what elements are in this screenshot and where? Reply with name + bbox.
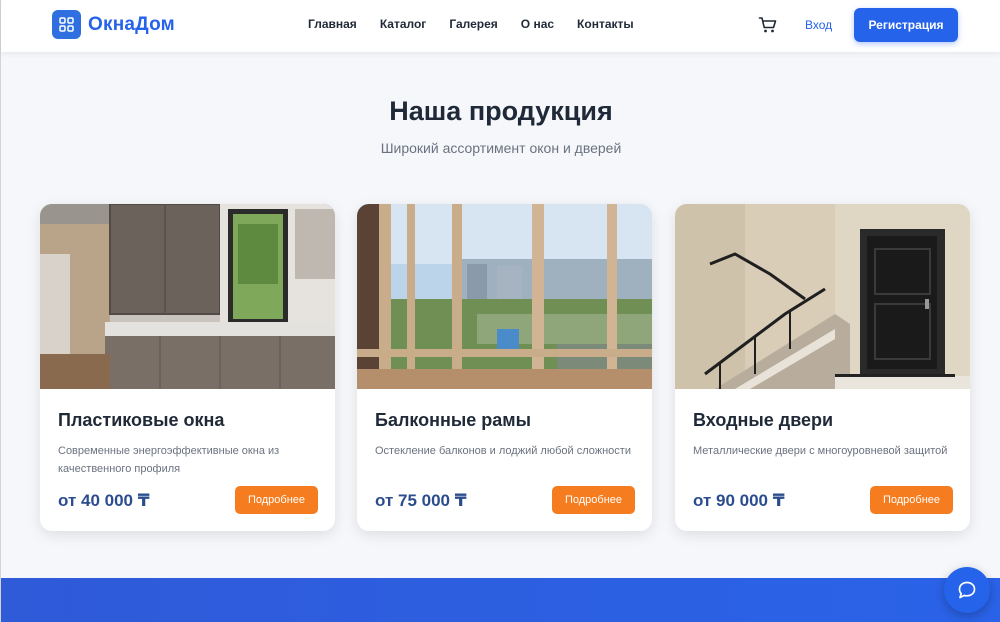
nav-catalog[interactable]: Каталог [380,17,427,31]
login-link[interactable]: Вход [805,18,832,32]
product-description: Остекление балконов и лоджий любой сложн… [375,445,631,457]
nav-gallery[interactable]: Галерея [449,17,497,31]
section-subtitle: Широкий ассортимент окон и дверей [380,140,622,156]
product-card-balcony-frames: Балконные рамы Остекление балконов и лод… [357,204,652,531]
kitchen-window-photo [40,204,335,389]
details-button[interactable]: Подробнее [870,486,953,514]
product-price: от 75 000 ₸ [375,491,467,510]
product-card-plastic-windows: Пластиковые окна Современные энергоэффек… [40,204,335,531]
main-nav: Главная Каталог Галерея О нас Контакты [308,17,657,31]
grid-icon [52,10,81,39]
details-button[interactable]: Подробнее [235,486,318,514]
section-title: Наша продукция [389,96,613,126]
product-title: Входные двери [693,410,834,430]
product-description: Металлические двери с многоуровневой защ… [693,445,948,457]
nav-contacts[interactable]: Контакты [577,17,634,31]
product-title: Пластиковые окна [58,410,225,430]
product-description: Современные энергоэффективные окна из ка… [58,445,280,475]
brand-name: ОкнаДом [88,13,175,35]
product-price: от 40 000 ₸ [58,491,150,510]
product-title: Балконные рамы [375,410,531,430]
chat-bubble-icon [958,581,976,599]
chat-button[interactable] [944,567,990,613]
register-button[interactable]: Регистрация [854,8,958,42]
site-header: ОкнаДом Главная Каталог Галерея О нас Ко… [1,0,1000,52]
details-button[interactable]: Подробнее [552,486,635,514]
nav-home[interactable]: Главная [308,17,357,31]
brand-logo[interactable]: ОкнаДом [52,10,175,39]
footer-band [1,578,1000,622]
product-card-entrance-doors: Входные двери Металлические двери с мног… [675,204,970,531]
entrance-door-photo [675,204,970,389]
product-price: от 90 000 ₸ [693,491,785,510]
balcony-glazing-photo [357,204,652,389]
nav-about[interactable]: О нас [521,17,554,31]
cart-icon[interactable] [758,15,778,35]
